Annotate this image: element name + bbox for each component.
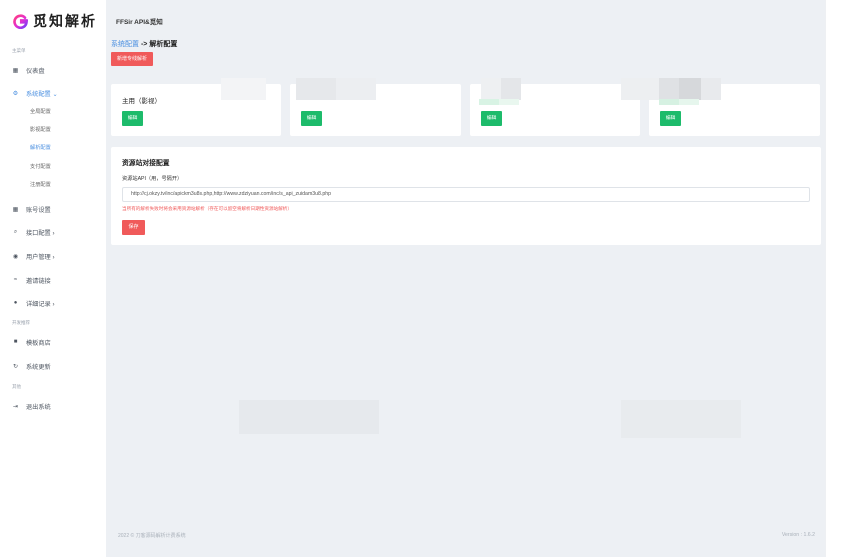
account-grid-icon: ▦ — [12, 206, 19, 213]
footer-version: Version : 1.6.2 — [781, 532, 815, 538]
scrollbar-track[interactable] — [825, 0, 842, 557]
blur-patch — [501, 78, 521, 100]
blur-patch — [239, 400, 379, 434]
user-icon: ◉ — [12, 253, 19, 260]
sub-video-config[interactable]: 影视配置 — [30, 126, 51, 134]
nav-system-update-label: 系统更新 — [26, 363, 51, 371]
breadcrumb-link[interactable]: 系统配置 — [111, 41, 139, 48]
sub-register-config[interactable]: 注册配置 — [30, 181, 51, 189]
blur-patch — [296, 78, 336, 100]
save-button[interactable]: 保存 — [122, 220, 145, 235]
footer-copyright: 2022 © 刀客源码解析计费系统 — [118, 533, 186, 539]
settings-icon: ⚙ — [12, 90, 19, 97]
nav-system-config[interactable]: ⚙ 系统配置 ⌄ — [12, 88, 58, 98]
sub-global-config[interactable]: 全局配置 — [30, 108, 51, 116]
nav-interface[interactable]: ⌕ 接口配置 › — [12, 227, 55, 237]
nav-dashboard[interactable]: ▦ 仪表盘 — [12, 65, 45, 75]
nav-records-label: 详细记录 › — [26, 300, 55, 308]
sub-pay-config[interactable]: 支付配置 — [30, 163, 51, 171]
nav-users[interactable]: ◉ 用户管理 › — [12, 251, 55, 261]
parse-card-title: 主用（影视） — [122, 98, 161, 105]
nav-invite-label: 邀请链接 — [26, 277, 51, 285]
blur-patch — [679, 78, 701, 100]
section-label-main: 主菜单 — [12, 48, 26, 53]
section-label-dev: 开发推荐 — [12, 320, 30, 325]
sidebar: 觅知解析 主菜单 ▦ 仪表盘 ⚙ 系统配置 ⌄ 全局配置 影视配置 解析配置 支… — [0, 0, 106, 557]
sub-parse-config[interactable]: 解析配置 — [30, 144, 51, 152]
refresh-icon: ↻ — [12, 363, 19, 370]
blur-patch — [479, 99, 499, 105]
main-content: FFSir API&觅知 系统配置 -> 解析配置 新增专线解析 主用（影视） … — [106, 0, 825, 557]
edit-button[interactable]: 编辑 — [660, 111, 681, 126]
config-title: 资源站对接配置 — [122, 160, 170, 167]
blur-patch — [701, 78, 721, 100]
bag-icon: ■ — [13, 339, 18, 345]
nav-logout-label: 退出系统 — [26, 403, 51, 411]
nav-logout[interactable]: ⇥ 退出系统 — [12, 401, 51, 411]
section-label-other: 其他 — [12, 384, 21, 389]
resource-api-input[interactable]: http://cj.okzy.tv/inc/apickm3u8s.php,htt… — [122, 187, 810, 202]
logo-g-icon — [13, 13, 28, 29]
nav-invite[interactable]: ≈ 邀请链接 — [12, 275, 51, 285]
topbar-title: FFSir API&觅知 — [116, 19, 163, 26]
link-icon: ≈ — [13, 277, 18, 283]
blur-patch — [659, 78, 679, 100]
nav-template-store[interactable]: ■ 模板商店 — [12, 337, 51, 347]
add-line-button[interactable]: 新增专线解析 — [111, 52, 154, 66]
breadcrumb: 系统配置 -> 解析配置 — [111, 39, 177, 49]
nav-template-store-label: 模板商店 — [26, 339, 51, 347]
blur-patch — [659, 99, 679, 105]
brand-name: 觅知解析 — [33, 14, 97, 30]
nav-account-label: 账号设置 — [26, 206, 51, 214]
nav-account[interactable]: ▦ 账号设置 — [12, 204, 51, 214]
brand-logo[interactable]: 觅知解析 — [13, 11, 97, 31]
search-icon: ⌕ — [13, 228, 18, 235]
topbar: FFSir API&觅知 — [106, 0, 825, 40]
blur-patch — [621, 400, 741, 438]
logout-icon: ⇥ — [12, 403, 19, 410]
edit-button[interactable]: 编辑 — [122, 111, 143, 126]
nav-users-label: 用户管理 › — [26, 253, 55, 261]
resource-config-card: 资源站对接配置 资源站API（用，号隔开） http://cj.okzy.tv/… — [111, 147, 821, 245]
blur-patch — [679, 99, 699, 105]
nav-interface-label: 接口配置 › — [26, 229, 55, 237]
nav-system-update[interactable]: ↻ 系统更新 — [12, 361, 51, 371]
nav-records[interactable]: ● 详细记录 › — [12, 298, 55, 308]
blur-patch — [336, 78, 376, 100]
dashboard-icon: ▦ — [12, 67, 19, 74]
breadcrumb-current: -> 解析配置 — [140, 41, 178, 48]
config-label: 资源站API（用，号隔开） — [122, 176, 183, 182]
blur-patch — [621, 78, 661, 100]
edit-button[interactable]: 编辑 — [301, 111, 322, 126]
nav-dashboard-label: 仪表盘 — [26, 67, 45, 75]
blur-patch — [499, 99, 519, 105]
config-hint: 当所有的解析失败时将会采用资源站解析（存在可以留空将解析日期性资源站解析） — [122, 206, 292, 211]
dot-icon: ● — [13, 300, 18, 306]
edit-button[interactable]: 编辑 — [481, 111, 502, 126]
nav-system-config-label: 系统配置 ⌄ — [26, 90, 58, 98]
blur-patch — [221, 78, 266, 100]
